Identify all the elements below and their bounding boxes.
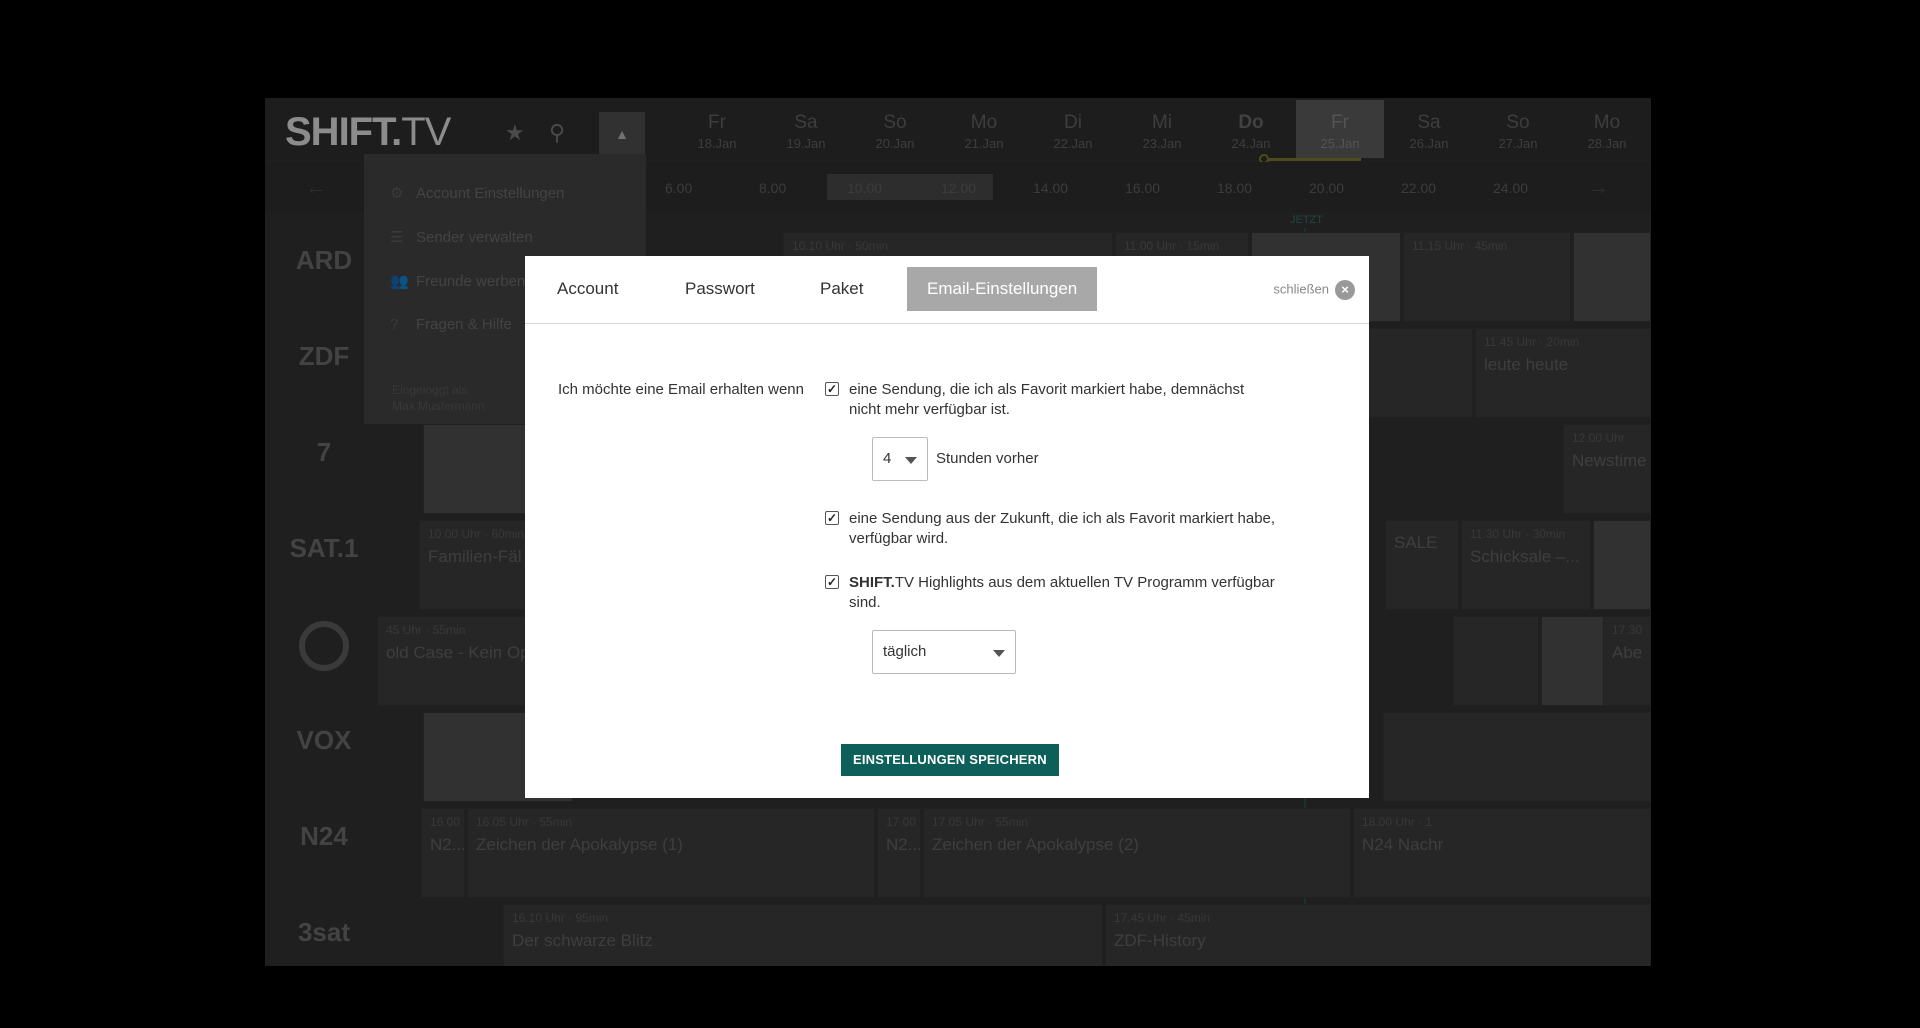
chevron-down-icon	[905, 457, 917, 464]
close-icon: ×	[1335, 280, 1355, 300]
chevron-down-icon	[993, 650, 1005, 657]
hours-select[interactable]: 4	[872, 437, 928, 481]
modal-tabs: Account Passwort Paket Email-Einstellung…	[525, 256, 1369, 324]
tab-account[interactable]: Account	[537, 267, 638, 311]
checkbox-expiring-favorite[interactable]: ✓	[825, 382, 839, 396]
close-button[interactable]: schließen ×	[1273, 280, 1355, 300]
email-intro-label: Ich möchte eine Email erhalten wenn	[558, 381, 804, 398]
checkbox-highlights[interactable]: ✓	[825, 575, 839, 589]
checkbox-future-favorite[interactable]: ✓	[825, 511, 839, 525]
tab-package[interactable]: Paket	[800, 267, 883, 311]
frequency-select[interactable]: täglich	[872, 630, 1016, 674]
save-settings-button[interactable]: EINSTELLUNGEN SPEICHERN	[841, 744, 1059, 776]
settings-modal: Account Passwort Paket Email-Einstellung…	[525, 256, 1369, 798]
option-expiring-favorite: ✓ eine Sendung, die ich als Favorit mark…	[825, 381, 1245, 418]
tab-password[interactable]: Passwort	[665, 267, 775, 311]
hours-suffix-label: Stunden vorher	[936, 450, 1039, 467]
option-highlights: ✓ SHIFT.TV Highlights aus dem aktuellen …	[825, 574, 1275, 611]
option-future-favorite: ✓ eine Sendung aus der Zukunft, die ich …	[825, 510, 1276, 547]
tab-email-settings[interactable]: Email-Einstellungen	[907, 267, 1098, 311]
